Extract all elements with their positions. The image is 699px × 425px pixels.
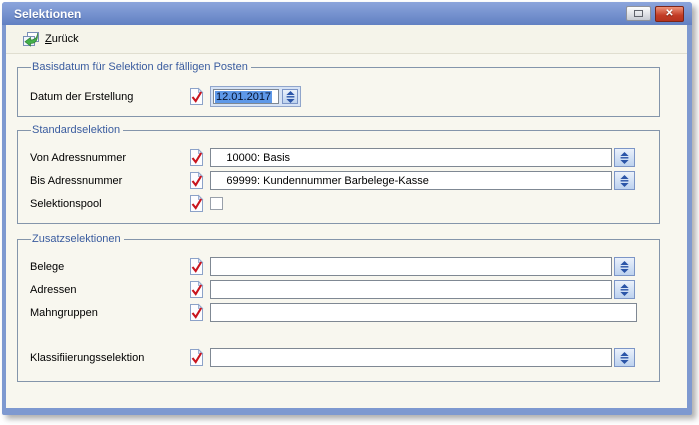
dialog-client-area: Zurück Basisdatum für Selektion der fäll… [6, 25, 687, 408]
document-check-icon[interactable] [189, 257, 204, 276]
field-label: Mahngruppen [30, 307, 189, 319]
document-check-icon[interactable] [189, 148, 204, 167]
row-selektionspool: Selektionspool [30, 194, 659, 213]
row-adressen: Adressen [30, 280, 659, 299]
document-check-icon[interactable] [189, 194, 204, 213]
group-basisdatum: Basisdatum für Selektion der fälligen Po… [17, 61, 660, 117]
document-check-icon[interactable] [189, 348, 204, 367]
up-down-spinner-icon [620, 261, 629, 273]
close-button[interactable]: ✕ [655, 6, 684, 22]
row-mahngruppen: Mahngruppen [30, 303, 659, 322]
up-down-spinner-icon [286, 91, 295, 103]
row-bis-adressnummer: Bis Adressnummer 69999: Kundennummer Bar… [30, 171, 659, 190]
document-check-icon[interactable] [189, 303, 204, 322]
field-label: Klassifiierungsselektion [30, 352, 189, 364]
spinner-button[interactable] [614, 257, 635, 276]
spinner-button[interactable] [614, 171, 635, 190]
date-value-selected: 12.01.2017 [215, 91, 272, 103]
up-down-spinner-icon [620, 352, 629, 364]
combo-value-number: 69999 [211, 175, 257, 187]
field-label: Selektionspool [30, 198, 189, 210]
dialog-window: Selektionen ✕ Zurück Basi [2, 2, 692, 415]
field-label: Datum der Erstellung [30, 91, 189, 103]
spinner-button[interactable] [614, 280, 635, 299]
row-von-adressnummer: Von Adressnummer 10000: Basis [30, 148, 659, 167]
spinner-button[interactable] [614, 148, 635, 167]
toolbar: Zurück [6, 25, 687, 54]
von-adressnummer-field[interactable]: 10000: Basis [210, 148, 612, 167]
group-standardselektion: Standardselektion Von Adressnummer 10000… [17, 124, 660, 224]
combo-value-number: 10000 [211, 152, 257, 164]
document-check-icon[interactable] [189, 280, 204, 299]
adressen-field[interactable] [210, 280, 612, 299]
group-title: Basisdatum für Selektion der fälligen Po… [31, 61, 251, 73]
field-label: Adressen [30, 284, 189, 296]
field-label: Von Adressnummer [30, 152, 189, 164]
date-input[interactable]: 12.01.2017 [213, 89, 279, 104]
up-down-spinner-icon [620, 175, 629, 187]
field-label: Bis Adressnummer [30, 175, 189, 187]
row-datum-der-erstellung: Datum der Erstellung 12.01.2017 [30, 87, 659, 106]
titlebar[interactable]: Selektionen ✕ [2, 2, 692, 25]
belege-field[interactable] [210, 257, 612, 276]
combo-value-text: : Basis [257, 152, 290, 164]
back-arrow-pages-icon [22, 31, 40, 47]
close-icon: ✕ [665, 9, 673, 19]
up-down-spinner-icon [620, 284, 629, 296]
selektionspool-checkbox[interactable] [210, 197, 223, 210]
restore-window-icon [634, 10, 643, 17]
back-button[interactable]: Zurück [16, 28, 85, 50]
titlebar-buttons: ✕ [626, 6, 684, 22]
group-title: Standardselektion [31, 124, 123, 136]
date-control: 12.01.2017 [210, 86, 301, 107]
form-content: Basisdatum für Selektion der fälligen Po… [6, 54, 687, 382]
spinner-button[interactable] [614, 348, 635, 367]
date-spinner-button[interactable] [282, 89, 298, 104]
group-title: Zusatzselektionen [31, 233, 124, 245]
bis-adressnummer-field[interactable]: 69999: Kundennummer Barbelege-Kasse [210, 171, 612, 190]
back-button-label: Zurück [45, 33, 79, 45]
restore-button[interactable] [626, 6, 651, 21]
field-label: Belege [30, 261, 189, 273]
document-check-icon[interactable] [189, 171, 204, 190]
window-title: Selektionen [14, 7, 81, 21]
document-check-icon[interactable] [189, 87, 204, 106]
row-klassifiierungsselektion: Klassifiierungsselektion [30, 348, 659, 367]
group-zusatzselektionen: Zusatzselektionen Belege [17, 233, 660, 382]
mahngruppen-field[interactable] [210, 303, 637, 322]
klassifiierungsselektion-field[interactable] [210, 348, 612, 367]
up-down-spinner-icon [620, 152, 629, 164]
row-belege: Belege [30, 257, 659, 276]
combo-value-text: : Kundennummer Barbelege-Kasse [257, 175, 429, 187]
